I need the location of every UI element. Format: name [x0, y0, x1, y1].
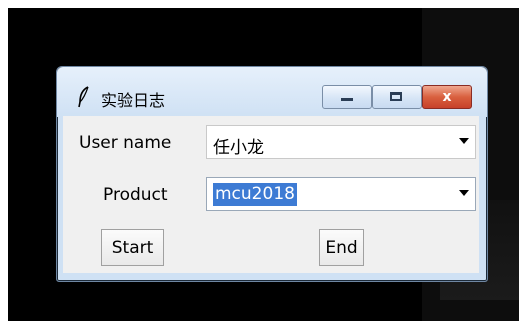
- product-combobox[interactable]: mcu2018: [206, 177, 476, 211]
- user-name-combobox[interactable]: 任小龙: [206, 125, 476, 159]
- maximize-button[interactable]: [372, 85, 422, 109]
- start-button[interactable]: Start: [101, 229, 164, 266]
- close-button[interactable]: x: [422, 85, 472, 109]
- feather-icon: [78, 86, 89, 108]
- minimize-icon: [341, 98, 353, 101]
- chevron-down-icon[interactable]: [459, 138, 469, 144]
- title-bar[interactable]: 实验日志 x: [57, 67, 487, 117]
- minimize-button[interactable]: [322, 85, 372, 109]
- user-name-value: 任小龙: [213, 138, 264, 158]
- product-value: mcu2018: [213, 183, 297, 206]
- app-window: 实验日志 x User name 任小龙 Product mcu2018 Sta…: [56, 66, 488, 282]
- window-content: User name 任小龙 Product mcu2018 Start End: [63, 116, 479, 273]
- window-title: 实验日志: [101, 91, 166, 110]
- chevron-down-icon[interactable]: [459, 190, 469, 196]
- maximize-icon: [390, 92, 402, 101]
- close-icon: x: [442, 89, 452, 105]
- end-button[interactable]: End: [319, 229, 364, 266]
- user-name-label: User name: [79, 133, 172, 153]
- product-label: Product: [103, 185, 168, 205]
